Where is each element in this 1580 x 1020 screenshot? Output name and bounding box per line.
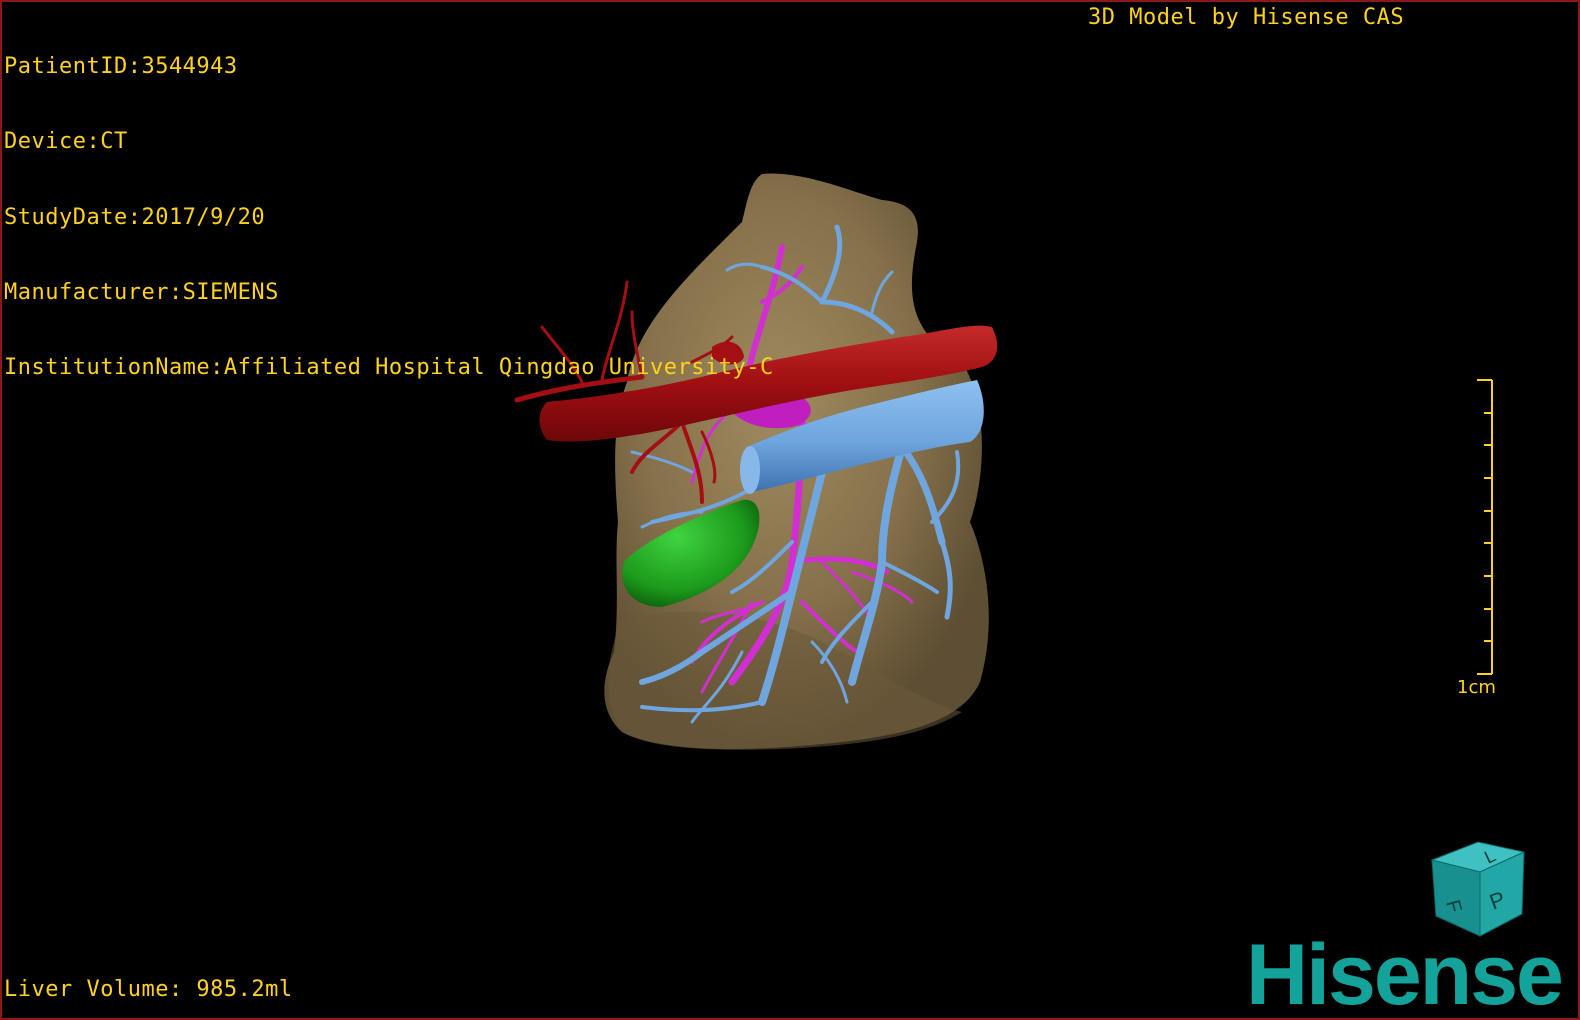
scale-bar bbox=[1477, 379, 1493, 675]
study-date: StudyDate:2017/9/20 bbox=[4, 204, 266, 230]
liver-volume: Liver Volume: 985.2ml bbox=[4, 977, 293, 1002]
manufacturer: Manufacturer:SIEMENS bbox=[4, 279, 279, 305]
ct-3d-viewport[interactable]: PatientID:3544943 Device:CT StudyDate:20… bbox=[0, 0, 1580, 1020]
patient-id: PatientID:3544943 bbox=[4, 54, 238, 79]
orientation-cube[interactable]: L F P bbox=[1430, 840, 1530, 940]
portal-vein-trunk-end bbox=[740, 446, 760, 494]
scale-bar-label: 1cm bbox=[1457, 677, 1496, 698]
cube-left-face[interactable] bbox=[1431, 859, 1481, 937]
patient-info-overlay: PatientID:3544943 Device:CT StudyDate:20… bbox=[4, 4, 774, 430]
device: Device:CT bbox=[4, 129, 128, 155]
model-credit: 3D Model by Hisense CAS bbox=[1088, 5, 1405, 30]
hisense-logo: Hisense bbox=[1246, 927, 1564, 1020]
institution-name: InstitutionName:Affiliated Hospital Qing… bbox=[4, 355, 774, 381]
